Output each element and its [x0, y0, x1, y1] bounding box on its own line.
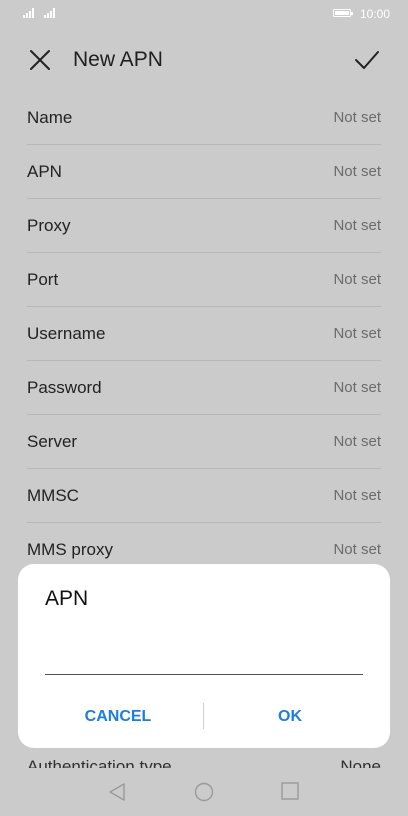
- home-icon[interactable]: [194, 782, 214, 802]
- setting-value: Not set: [333, 271, 381, 288]
- apn-input-dialog: APN CANCEL OK: [18, 564, 390, 748]
- cancel-button[interactable]: CANCEL: [43, 702, 193, 732]
- setting-row-name[interactable]: Name Not set: [27, 91, 381, 145]
- signal-strength-icon: [44, 8, 55, 18]
- ok-button[interactable]: OK: [215, 702, 365, 732]
- setting-row-username[interactable]: Username Not set: [27, 307, 381, 361]
- setting-value: Not set: [333, 217, 381, 234]
- setting-label: MMSC: [27, 485, 79, 505]
- setting-row-proxy[interactable]: Proxy Not set: [27, 199, 381, 253]
- setting-value: Not set: [333, 163, 381, 180]
- setting-label: Server: [27, 431, 78, 451]
- setting-label: MMS proxy: [27, 539, 113, 559]
- setting-value: Not set: [333, 325, 381, 342]
- setting-row-mmsc[interactable]: MMSC Not set: [27, 469, 381, 523]
- setting-row-server[interactable]: Server Not set: [27, 415, 381, 469]
- back-icon[interactable]: [108, 782, 126, 802]
- setting-label: Authentication type: [27, 757, 172, 768]
- apn-input[interactable]: [45, 646, 363, 675]
- check-icon[interactable]: [354, 48, 380, 72]
- status-time: 10:00: [360, 7, 391, 21]
- recent-apps-icon[interactable]: [281, 782, 299, 800]
- setting-value: Not set: [333, 487, 381, 504]
- setting-value: Not set: [333, 433, 381, 450]
- setting-value: Not set: [333, 379, 381, 396]
- setting-row-apn[interactable]: APN Not set: [27, 145, 381, 199]
- close-icon[interactable]: [28, 48, 52, 72]
- setting-label: Proxy: [27, 215, 71, 235]
- dialog-title: APN: [45, 587, 89, 610]
- setting-row-password[interactable]: Password Not set: [27, 361, 381, 415]
- button-divider: [203, 703, 204, 729]
- signal-strength-icon: [23, 8, 34, 18]
- navigation-bar: [0, 770, 408, 816]
- page-title: New APN: [73, 48, 163, 71]
- setting-row-authentication-type[interactable]: Authentication type None: [27, 756, 381, 768]
- battery-icon: [333, 9, 353, 17]
- setting-label: Port: [27, 269, 59, 289]
- setting-value: Not set: [333, 109, 381, 126]
- apn-settings-list: Name Not set APN Not set Proxy Not set P…: [27, 91, 381, 577]
- setting-value: Not set: [333, 541, 381, 558]
- setting-label: Name: [27, 107, 73, 127]
- status-bar: 10:00: [0, 0, 408, 28]
- setting-value: None: [340, 757, 381, 768]
- setting-label: APN: [27, 161, 62, 181]
- app-bar: New APN: [0, 36, 408, 84]
- setting-row-port[interactable]: Port Not set: [27, 253, 381, 307]
- setting-label: Username: [27, 323, 106, 343]
- setting-label: Password: [27, 377, 102, 397]
